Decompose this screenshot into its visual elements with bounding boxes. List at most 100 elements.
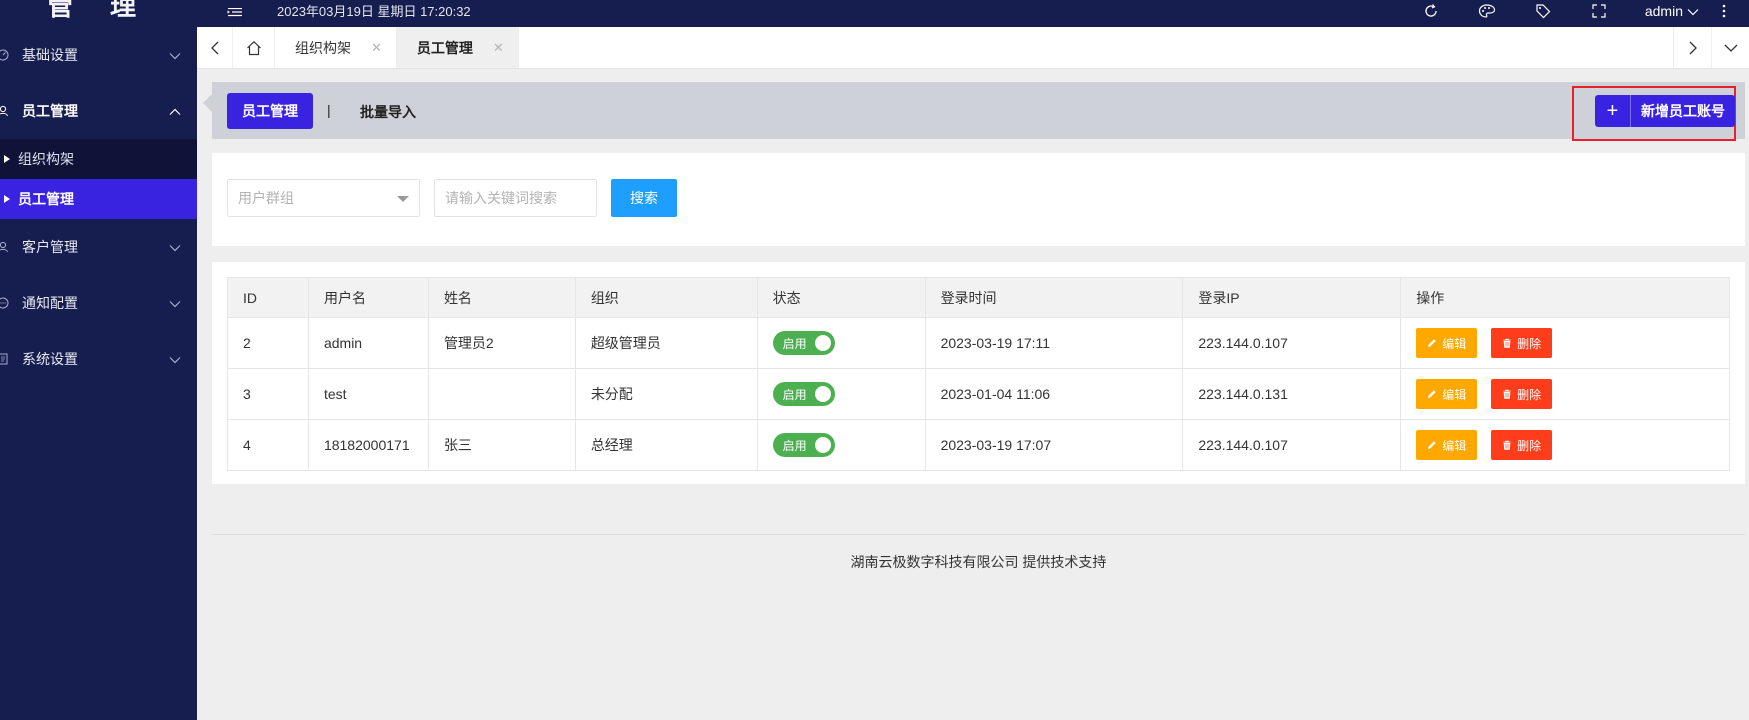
edit-button[interactable]: 编辑 xyxy=(1416,328,1478,358)
theme-palette-icon[interactable] xyxy=(1459,3,1515,19)
column-header: 用户名 xyxy=(307,277,429,318)
sidebar-subitem-staff[interactable]: 员工管理 xyxy=(0,179,197,219)
sidebar: 管 理 基础设置 员工管理 组织构架 员工管理 客户管理 通知配置 系统设置 xyxy=(0,0,197,720)
cell-actions: 编辑 删除 xyxy=(1400,419,1730,471)
tab-org[interactable]: 组织构架 ✕ xyxy=(275,27,397,68)
column-header: 姓名 xyxy=(427,277,576,318)
tab-label: 员工管理 xyxy=(416,39,473,56)
cell-org: 未分配 xyxy=(574,368,758,420)
delete-button[interactable]: 删除 xyxy=(1491,379,1553,409)
sidebar-subitem-label: 员工管理 xyxy=(18,191,74,207)
fullscreen-icon[interactable] xyxy=(1571,3,1627,18)
tabs-menu-chevron-down-icon[interactable] xyxy=(1711,27,1749,68)
caret-right-icon xyxy=(0,195,18,203)
column-header: ID xyxy=(227,277,309,318)
pencil-icon xyxy=(1428,339,1436,347)
edit-label: 编辑 xyxy=(1442,438,1467,453)
menu-toggle-icon[interactable] xyxy=(227,7,243,20)
tab-staff-management[interactable]: 员工管理 xyxy=(227,93,313,129)
tab-label: 组织构架 xyxy=(295,39,351,56)
tab-staff[interactable]: 员工管理 ✕ xyxy=(396,27,519,68)
sidebar-item-label: 客户管理 xyxy=(22,239,78,255)
cell-id: 2 xyxy=(227,317,309,369)
cell-login-ip: 223.144.0.131 xyxy=(1182,368,1402,420)
table-header-row: ID 用户名 姓名 组织 状态 登录时间 登录IP 操作 xyxy=(227,277,1730,318)
footer-divider xyxy=(212,534,1745,535)
user-group-select[interactable]: 用户群组 xyxy=(227,179,420,217)
sidebar-item-staff[interactable]: 员工管理 xyxy=(0,83,197,139)
logo-text: 管 理 xyxy=(46,0,151,22)
sidebar-subitem-label: 组织构架 xyxy=(18,151,74,167)
column-header: 状态 xyxy=(756,277,926,318)
edit-label: 编辑 xyxy=(1442,387,1467,402)
cell-status: 启用 xyxy=(756,368,926,420)
edit-button[interactable]: 编辑 xyxy=(1416,379,1478,409)
tab-batch-import[interactable]: 批量导入 xyxy=(360,102,416,122)
person-icon xyxy=(0,240,19,254)
sidebar-subitem-org[interactable]: 组织构架 xyxy=(0,139,197,179)
add-staff-label: 新增员工账号 xyxy=(1641,103,1725,119)
edit-label: 编辑 xyxy=(1442,336,1467,351)
trash-icon xyxy=(1503,440,1512,450)
add-staff-account-button[interactable]: + 新增员工账号 xyxy=(1595,95,1735,127)
cell-actions: 编辑 删除 xyxy=(1400,368,1730,420)
cell-status: 启用 xyxy=(756,317,926,369)
cell-status: 启用 xyxy=(756,419,926,471)
sidebar-item-label: 通知配置 xyxy=(22,295,78,311)
table-panel: ID 用户名 姓名 组织 状态 登录时间 登录IP 操作 2 admin 管理员… xyxy=(212,262,1745,484)
delete-button[interactable]: 删除 xyxy=(1491,328,1553,358)
sidebar-item-customers[interactable]: 客户管理 xyxy=(0,219,197,275)
home-icon[interactable] xyxy=(233,27,275,68)
cell-login-ip: 223.144.0.107 xyxy=(1182,317,1402,369)
sidebar-submenu: 组织构架 员工管理 xyxy=(0,139,197,219)
close-icon[interactable]: ✕ xyxy=(493,40,504,56)
close-icon[interactable]: ✕ xyxy=(371,40,382,56)
sidebar-item-label: 系统设置 xyxy=(22,351,78,367)
more-vertical-icon[interactable] xyxy=(1699,4,1749,18)
sidebar-item-notifications[interactable]: 通知配置 xyxy=(0,275,197,331)
tabs-scroll-left-icon[interactable] xyxy=(197,27,233,68)
tabs-scroll-right-icon[interactable] xyxy=(1673,27,1711,68)
pencil-icon xyxy=(1428,441,1436,449)
cell-username: test xyxy=(307,368,429,420)
cell-name xyxy=(427,368,576,420)
status-toggle[interactable]: 启用 xyxy=(772,382,835,406)
chevron-down-icon xyxy=(1687,3,1699,19)
tag-icon[interactable] xyxy=(1515,3,1571,19)
sidebar-item-basic-settings[interactable]: 基础设置 xyxy=(0,27,197,83)
page-tabs-bar: 组织构架 ✕ 员工管理 ✕ xyxy=(197,27,1749,69)
table-row: 4 18182000171 张三 总经理 启用 2023-03-19 17:07… xyxy=(227,419,1730,471)
document-icon xyxy=(0,352,19,366)
cell-username: admin xyxy=(307,317,429,369)
select-placeholder: 用户群组 xyxy=(238,190,294,206)
status-label: 启用 xyxy=(782,438,807,453)
status-toggle[interactable]: 启用 xyxy=(772,331,835,355)
sidebar-item-system-settings[interactable]: 系统设置 xyxy=(0,331,197,387)
status-label: 启用 xyxy=(782,387,807,402)
status-toggle[interactable]: 启用 xyxy=(772,433,835,457)
plus-icon: + xyxy=(1595,95,1631,127)
chevron-down-icon xyxy=(169,351,181,367)
refresh-icon[interactable] xyxy=(1403,3,1459,19)
toggle-knob xyxy=(814,386,831,402)
cell-org: 超级管理员 xyxy=(574,317,758,369)
cell-name: 管理员2 xyxy=(427,317,576,369)
column-header: 组织 xyxy=(574,277,758,318)
caret-down-icon xyxy=(397,196,409,202)
table-row: 2 admin 管理员2 超级管理员 启用 2023-03-19 17:11 2… xyxy=(227,317,1730,369)
chevron-down-icon xyxy=(169,47,181,63)
column-header: 登录IP xyxy=(1182,277,1402,318)
sidebar-item-label: 员工管理 xyxy=(22,103,78,119)
section-header: 员工管理 | 批量导入 xyxy=(203,82,1745,139)
staff-table: ID 用户名 姓名 组织 状态 登录时间 登录IP 操作 2 admin 管理员… xyxy=(227,277,1730,471)
delete-button[interactable]: 删除 xyxy=(1491,430,1553,460)
search-button[interactable]: 搜索 xyxy=(611,179,677,217)
cell-login-time: 2023-01-04 11:06 xyxy=(924,368,1184,420)
keyword-search-input[interactable] xyxy=(434,179,597,217)
cell-id: 4 xyxy=(227,419,309,471)
logo: 管 理 xyxy=(0,0,197,27)
user-menu[interactable]: admin xyxy=(1645,3,1699,19)
chat-icon xyxy=(0,296,19,310)
topbar: 2023年03月19日 星期日 17:20:32 admin xyxy=(197,0,1749,27)
edit-button[interactable]: 编辑 xyxy=(1416,430,1478,460)
